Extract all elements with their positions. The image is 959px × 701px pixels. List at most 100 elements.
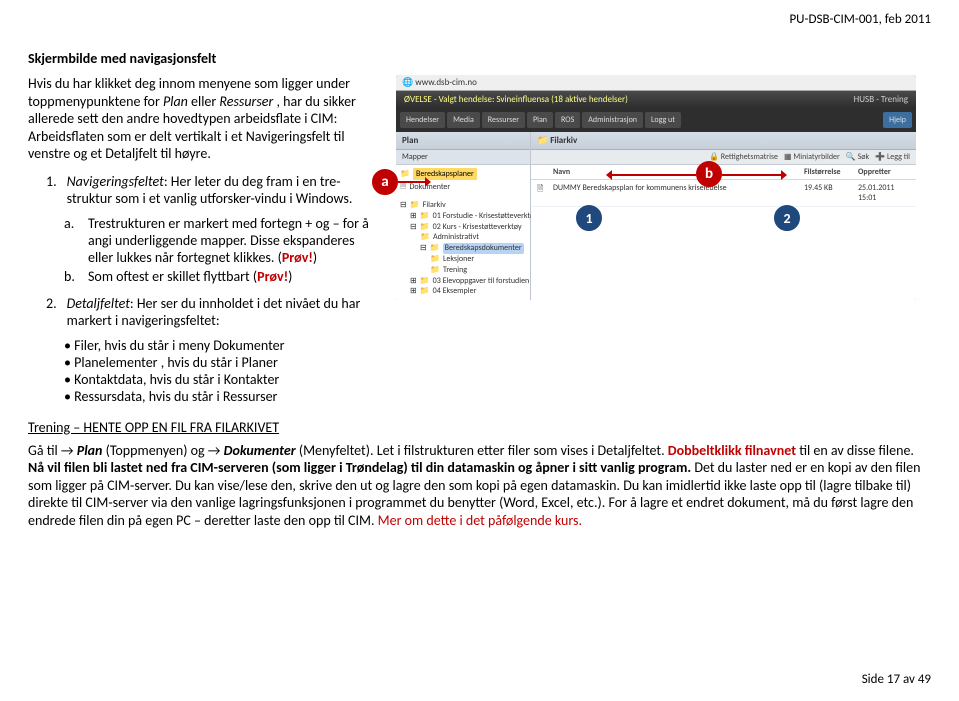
sub-a-letter: a. — [64, 215, 78, 266]
tree-label: Trening — [443, 265, 467, 276]
training-title: Trening – HENTE OPP EN FIL FRA FILARKIVE… — [28, 419, 931, 436]
nav-item[interactable]: Ressurser — [482, 112, 525, 128]
tree-label: 02 Kurs - Krisestøtteverktøy — [433, 222, 522, 233]
intro-ressurser: Ressurser — [219, 93, 273, 110]
folder-icon — [430, 243, 440, 254]
app-screenshot: 🌐 www.dsb-cim.no ØVELSE - Valgt hendelse… — [396, 75, 916, 300]
arrow-icon: → — [61, 442, 74, 459]
intro-paragraph: Hvis du har klikket deg innom menyene so… — [28, 75, 378, 163]
tree-label: Administrativt — [433, 232, 479, 243]
toolbar-item[interactable]: ➕ Legg til — [875, 152, 910, 162]
tree-label-selected: Beredskapsdokumenter — [443, 243, 524, 254]
arrow-icon — [722, 174, 782, 176]
intro-plan: Plan — [163, 93, 188, 110]
col-blank — [537, 167, 549, 177]
bullet-item: Kontaktdata, hvis du står i Kontakter — [64, 371, 378, 388]
nav-item[interactable]: Administrasjon — [582, 112, 643, 128]
arrow-icon — [611, 174, 696, 176]
detail-toolbar: 🔒 Rettighetsmatrise ▦ Miniatyrbilder 🔍 S… — [531, 150, 916, 165]
folder-icon — [420, 286, 430, 297]
filarkiv-header: 📁 Filarkiv — [531, 132, 916, 150]
folder-icon — [430, 265, 440, 276]
tree-node[interactable]: Administrativt — [400, 232, 526, 243]
t-text: Gå til — [28, 442, 61, 459]
nav-item[interactable]: Plan — [527, 112, 553, 128]
sub-b-prov: Prøv! — [257, 268, 288, 285]
tree-node[interactable]: Trening — [400, 265, 526, 276]
item2-num: 2. — [46, 295, 57, 329]
toolbar-item[interactable]: 🔒 Rettighetsmatrise — [709, 152, 778, 162]
document-icon — [537, 183, 549, 203]
t-dokumenter: Dokumenter — [224, 442, 296, 459]
navigator-panel: Plan Mapper Beredskapsplaner Dokumenter … — [396, 132, 531, 300]
t-text: til en av disse filene. — [799, 442, 914, 459]
folder-icon — [420, 211, 430, 222]
nav-help[interactable]: Hjelp — [883, 112, 912, 128]
tree-node[interactable]: Leksjoner — [400, 254, 526, 265]
training-body: Gå til → Plan (Toppmenyen) og → Dokument… — [28, 442, 931, 530]
item1-label: Navigeringsfeltet — [67, 173, 164, 190]
tree-label: 03 Elevoppgaver til forstudien — [433, 276, 530, 287]
section-title: Skjermbilde med navigasjonsfelt — [28, 50, 931, 67]
tree-node[interactable]: ⊟ 02 Kurs - Krisestøtteverktøy — [400, 222, 526, 233]
tree-node[interactable]: ⊞ 03 Elevoppgaver til forstudien — [400, 276, 526, 287]
arrow-icon: → — [208, 442, 221, 459]
annotation-marker-2: 2 — [774, 205, 800, 231]
t-text: (Toppmenyen) og — [106, 442, 208, 459]
sub-b-text1: Som oftest er skillet flyttbart ( — [88, 268, 257, 285]
tree-node[interactable]: ⊟ Beredskapsdokumenter — [400, 243, 526, 254]
sub-a-text2: ) — [313, 249, 317, 266]
nav-item[interactable]: Hendelser — [400, 112, 445, 128]
tree-node[interactable]: ⊞ 01 Forstudie - Krisestøtteverktøy — [400, 211, 526, 222]
tree-label: Leksjoner — [443, 254, 474, 265]
tree-label: 01 Forstudie - Krisestøtteverktøy — [433, 211, 538, 222]
col-size[interactable]: Filstørrelse — [804, 167, 854, 177]
url-text: www.dsb-cim.no — [415, 77, 477, 88]
sub-list: a. Trestrukturen er markert med fortegn … — [64, 215, 378, 285]
tree-label: 04 Eksempler — [433, 286, 477, 297]
bullet-item: Ressursdata, hvis du står i Ressurser — [64, 388, 378, 405]
right-column: a b 1 2 🌐 www.dsb-cim.no ØVELSE - Valgt … — [396, 75, 931, 405]
folder-icon — [400, 169, 410, 179]
sub-a-text1: Trestrukturen er markert med fortegn + o… — [88, 215, 369, 266]
nav-item[interactable]: ROS — [555, 112, 580, 128]
top-nav: Hendelser Media Ressurser Plan ROS Admin… — [396, 108, 916, 132]
file-name: DUMMY Beredskapsplan for kommunens krise… — [553, 183, 800, 203]
app-banner: ØVELSE - Valgt hendelse: Svineinfluensa … — [396, 91, 916, 108]
folder-icon — [420, 222, 430, 233]
folder-item[interactable]: Beredskapsplaner — [400, 168, 526, 180]
folder-icon — [410, 200, 420, 211]
table-row[interactable]: DUMMY Beredskapsplan for kommunens krise… — [531, 180, 916, 207]
file-date: 25.01.2011 15:01 — [858, 183, 910, 203]
item1-num: 1. — [46, 173, 57, 207]
folder-tree: ⊟ Filarkiv ⊞ 01 Forstudie - Krisestøttev… — [396, 197, 530, 300]
bullet-item: Planelementer , hvis du står i Planer — [64, 354, 378, 371]
t-p2: Nå vil filen bli lastet ned fra CIM-serv… — [28, 459, 691, 476]
annotation-marker-1: 1 — [576, 205, 602, 231]
page-number: Side 17 av 49 — [862, 672, 931, 687]
bullet-item: Filer, hvis du står i meny Dokumenter — [64, 337, 378, 354]
t-p4: Mer om dette i det påfølgende kurs. — [378, 512, 582, 529]
doc-id: PU-DSB-CIM-001, feb 2011 — [789, 12, 931, 27]
banner-right: HUSB - Trening — [854, 94, 908, 105]
tree-node[interactable]: ⊞ 04 Eksempler — [400, 286, 526, 297]
tree-label: Filarkiv — [423, 200, 446, 211]
sub-b-text2: ) — [288, 268, 292, 285]
nav-item[interactable]: Logg ut — [645, 112, 681, 128]
toolbar-item[interactable]: 🔍 Søk — [846, 152, 869, 162]
nav-item[interactable]: Media — [447, 112, 480, 128]
intro-text2: eller — [191, 93, 219, 110]
folder-icon — [420, 276, 430, 287]
toolbar-item[interactable]: ▦ Miniatyrbilder — [784, 152, 840, 162]
t-plan: Plan — [77, 442, 103, 459]
mapper-subhead: Mapper — [396, 150, 530, 165]
numbered-list: 1. Navigeringsfeltet: Her leter du deg f… — [46, 173, 378, 207]
bullet-list: Filer, hvis du står i meny Dokumenter Pl… — [64, 337, 378, 405]
tree-node[interactable]: ⊟ Filarkiv — [400, 200, 526, 211]
file-size: 19.45 KB — [804, 183, 854, 203]
url-bar[interactable]: 🌐 www.dsb-cim.no — [396, 75, 916, 91]
t-text: (Menyfeltet). Let i filstrukturen etter … — [299, 442, 668, 459]
plan-header: Plan — [396, 132, 530, 150]
annotation-marker-a: a — [372, 169, 398, 195]
col-creator[interactable]: Oppretter — [858, 167, 910, 177]
